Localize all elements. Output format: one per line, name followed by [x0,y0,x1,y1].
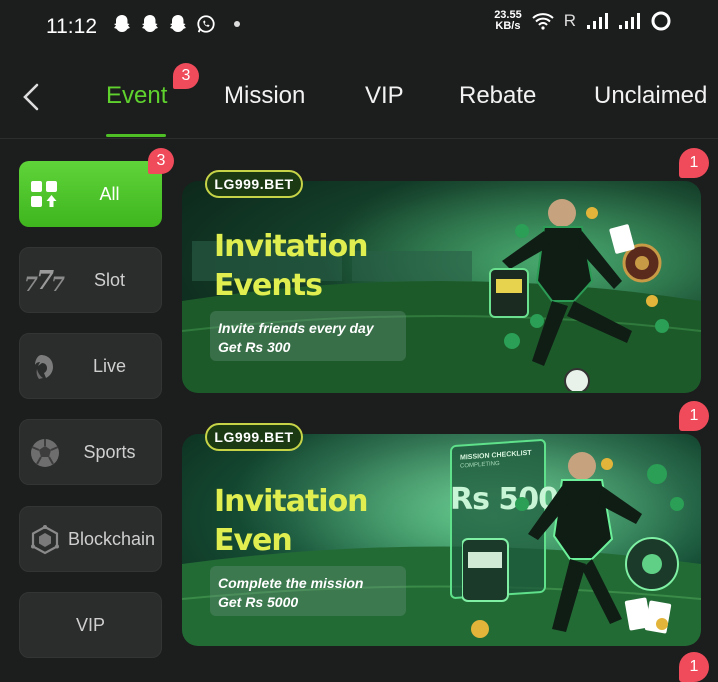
network-speed: 23.55 KB/s [494,9,522,32]
sidebar-item-slot[interactable]: 7 7 7 Slot [19,247,162,313]
banner-subtitle-line2: Get Rs 300 [218,339,291,355]
blockchain-cube-icon [31,525,59,555]
banner-title-line2: Even [214,523,293,558]
sidebar-item-label: VIP [75,614,105,635]
roaming-indicator: R [563,11,576,30]
signal-icon [587,13,608,29]
back-arrow-icon[interactable] [20,82,44,112]
sidebar-item-label: Live [92,355,127,376]
sidebar-item-live[interactable]: Live [19,333,162,399]
banner-badge: 1 [679,401,709,431]
snapchat-icon [142,15,158,32]
whatsapp-icon [197,15,215,33]
tab-unclaimed[interactable]: Unclaimed [594,82,707,110]
sidebar-item-sports[interactable]: Sports [19,419,162,485]
brand-logo-pill: LG999.BET [205,170,303,198]
banner-subtitle-line1: Complete the mission [218,575,364,591]
clock: 11:12 [46,15,97,38]
tab-mission[interactable]: Mission [224,82,305,110]
sidebar-item-label: Blockchain [67,528,156,549]
tab-event[interactable]: Event [106,82,167,110]
banner-badge: 1 [679,148,709,178]
wifi-icon [532,13,554,30]
grid-icon [31,181,57,207]
battery-ring-icon [651,11,671,31]
football-player-illustration [489,199,669,391]
status-bar: 11:12 23.55 KB/s R [0,0,718,56]
banner-title-line2: Events [214,268,323,303]
next-banner-badge: 1 [679,652,709,682]
snapchat-icon [114,15,130,32]
live-dealer-icon [35,355,53,379]
event-banner-invitation-events[interactable]: Invitation Events Invite friends every d… [182,181,701,393]
sidebar-item-blockchain[interactable]: Blockchain [19,506,162,572]
top-navigation: Event 3 Mission VIP Rebate Unclaimed [0,56,718,139]
brand-logo-pill: LG999.BET [205,423,303,451]
sidebar-all-badge: 3 [148,148,174,174]
football-icon [31,439,59,467]
sidebar-item-vip[interactable]: VIP [19,592,162,658]
banner-subtitle-line2: Get Rs 5000 [218,594,299,610]
tab-event-badge: 3 [173,63,199,89]
tab-vip[interactable]: VIP [365,82,404,110]
active-tab-indicator [106,134,166,137]
football-player-illustration [462,452,684,638]
event-banner-invitation-even[interactable]: MISSION CHECKLIST COMPLETING Rs 5000 Inv… [182,434,701,646]
notification-dot-icon [234,21,240,27]
sidebar-item-label: Slot [93,269,126,290]
sidebar-item-label: Sports [83,441,136,462]
sidebar-item-label: All [99,183,120,204]
banner-title-line1: Invitation [214,484,369,519]
snapchat-icon [170,15,186,32]
banner-title-line1: Invitation [214,229,369,264]
sidebar-item-all[interactable]: All [19,161,162,227]
tab-rebate[interactable]: Rebate [459,82,536,110]
signal-icon [619,13,640,29]
banner-subtitle-line1: Invite friends every day [218,320,374,336]
